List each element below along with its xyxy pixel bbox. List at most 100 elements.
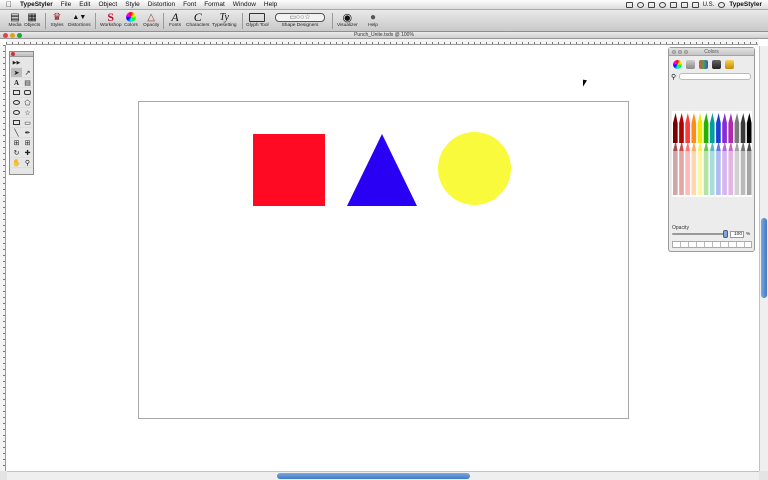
menu-style[interactable]: Style	[121, 0, 143, 10]
colors-palette-titlebar[interactable]: Colors	[669, 48, 754, 56]
crayon[interactable]	[679, 113, 684, 195]
resize-corner[interactable]	[759, 471, 768, 480]
rotate-tool-icon[interactable]: ↻	[11, 148, 22, 158]
fonts-button[interactable]: A Fonts	[168, 10, 182, 29]
distortions-button[interactable]: ▲▼ Distortions	[68, 11, 91, 29]
document-titlebar: Punch_Unite.tsdx @ 100%	[0, 32, 768, 39]
crayon[interactable]	[685, 113, 690, 195]
volume-icon[interactable]	[669, 1, 677, 8]
menu-bar:  TypeStyler File Edit Object Style Dist…	[0, 0, 768, 10]
crayon[interactable]	[734, 113, 740, 195]
menu-edit[interactable]: Edit	[75, 0, 94, 10]
crayon[interactable]	[697, 113, 703, 195]
crayon[interactable]	[691, 113, 697, 195]
horizontal-ruler[interactable]	[6, 39, 758, 45]
transform-tool-icon[interactable]: ⊞	[22, 138, 33, 148]
color-search-field[interactable]	[679, 73, 752, 80]
crayon[interactable]	[703, 113, 709, 195]
shape-designers-button[interactable]: ▭○○☆ Shape Designers	[274, 11, 326, 29]
tools-palette-close-icon[interactable]	[11, 52, 15, 56]
apple-menu-icon[interactable]: 	[2, 0, 16, 9]
flag-icon[interactable]	[691, 1, 699, 8]
oval-tool-icon[interactable]	[11, 108, 22, 118]
wifi-icon[interactable]	[658, 1, 666, 8]
opacity-value-field[interactable]: 100	[730, 230, 744, 238]
toolbar-divider	[332, 13, 333, 29]
visualizer-button[interactable]: ◉ Visualizer	[337, 11, 358, 29]
crayon[interactable]	[722, 113, 727, 195]
text-tool-icon[interactable]: A	[11, 78, 22, 88]
styles-button[interactable]: ♛ Styles	[50, 11, 64, 29]
artboard-page[interactable]	[138, 101, 629, 419]
spaces-icon[interactable]	[625, 1, 633, 8]
bluetooth-icon[interactable]	[647, 1, 655, 8]
opacity-slider-knob[interactable]	[723, 230, 728, 238]
grid-tool-icon[interactable]: ✚	[22, 148, 33, 158]
red-square-shape[interactable]	[253, 134, 325, 206]
color-sliders-tab-icon[interactable]	[686, 59, 695, 69]
clock-icon[interactable]	[718, 1, 726, 8]
hand-tool-icon[interactable]: ✋	[11, 158, 22, 168]
crayon[interactable]	[716, 113, 721, 195]
opacity-label: Opacity	[143, 23, 160, 28]
crayon[interactable]	[709, 113, 715, 195]
menu-app-name[interactable]: TypeStyler	[16, 0, 57, 10]
color-palettes-tab-icon[interactable]	[699, 59, 708, 69]
direct-select-tool-icon[interactable]: ↗	[22, 68, 33, 78]
menu-font[interactable]: Font	[179, 0, 200, 10]
locale-label[interactable]: U.S.	[703, 2, 715, 8]
crayon[interactable]	[746, 113, 752, 195]
yellow-circle-shape[interactable]	[438, 132, 511, 205]
vertical-scrollbar[interactable]	[759, 46, 768, 471]
rectangle-tool-icon[interactable]	[11, 88, 22, 98]
vertical-ruler[interactable]	[0, 45, 6, 471]
menu-window[interactable]: Window	[229, 0, 260, 10]
typesetting-button[interactable]: Ty Typesetting	[212, 11, 237, 29]
document-canvas[interactable]	[7, 46, 759, 471]
horizontal-scroll-thumb[interactable]	[277, 473, 470, 479]
vertical-scroll-thumb[interactable]	[761, 218, 767, 298]
blue-triangle-shape[interactable]	[347, 134, 417, 206]
mouse-cursor-icon	[583, 79, 587, 88]
horizontal-scrollbar[interactable]	[7, 471, 759, 480]
pen-tool-icon[interactable]: ✒	[22, 128, 33, 138]
media-button[interactable]: ▤ Media	[8, 11, 22, 29]
star-tool-icon[interactable]: ☆	[22, 108, 33, 118]
color-wheel-tab-icon[interactable]	[673, 59, 682, 69]
crayons-tab-icon[interactable]	[725, 59, 734, 69]
objects-button[interactable]: ▦ Objects	[24, 11, 40, 29]
selection-arrow-tool-icon[interactable]: ➤	[11, 68, 22, 78]
opacity-button[interactable]: △ Opacity	[143, 11, 159, 29]
crayon[interactable]	[673, 113, 678, 195]
polygon-tool-icon[interactable]: ⬠	[22, 98, 33, 108]
help-button[interactable]: ● Help	[366, 11, 380, 29]
opacity-slider[interactable]	[672, 230, 728, 238]
crayon[interactable]	[728, 113, 734, 195]
menu-file[interactable]: File	[57, 0, 75, 10]
crop-tool-icon[interactable]: ⊞	[11, 138, 22, 148]
battery-icon[interactable]	[680, 1, 688, 8]
color-swatch-well[interactable]	[672, 241, 752, 248]
characters-button[interactable]: C Characters	[186, 10, 209, 29]
menu-help[interactable]: Help	[260, 0, 281, 10]
rounded-rect-tool-icon[interactable]	[22, 88, 33, 98]
text-block-tool-icon[interactable]: ▤	[22, 78, 33, 88]
menu-distortion[interactable]: Distortion	[144, 0, 179, 10]
tool-mode-switch[interactable]: ▶▶	[11, 58, 22, 68]
colors-button[interactable]: Colors	[124, 11, 138, 29]
glyph-tool-button[interactable]: Glyph Tool	[246, 11, 269, 29]
timemachine-icon[interactable]	[636, 1, 644, 8]
crayon-box[interactable]	[672, 111, 752, 197]
shape-designers-icon: ▭○○☆	[274, 11, 326, 23]
ellipse-tool-icon[interactable]	[11, 98, 22, 108]
workshop-button[interactable]: S Workshop	[100, 10, 122, 29]
image-palettes-tab-icon[interactable]	[712, 59, 721, 69]
line-tool-icon[interactable]: ╲	[11, 128, 22, 138]
menu-object[interactable]: Object	[94, 0, 121, 10]
crayon[interactable]	[740, 113, 746, 195]
menu-format[interactable]: Format	[200, 0, 229, 10]
shape-tool-icon[interactable]: ▭	[22, 118, 33, 128]
menubar-app-right[interactable]: TypeStyler	[729, 1, 762, 8]
zoom-tool-icon[interactable]: ⚲	[22, 158, 33, 168]
frame-tool-icon[interactable]	[11, 118, 22, 128]
